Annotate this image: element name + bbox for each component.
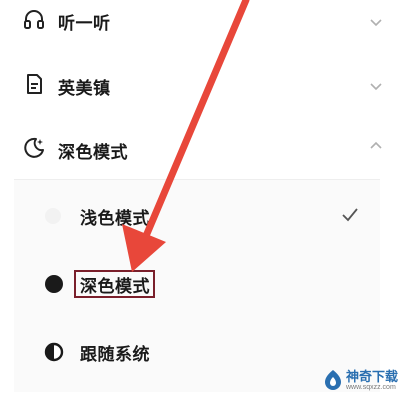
annotation-highlight-box bbox=[74, 270, 155, 298]
menu-item-label: 听一听 bbox=[58, 14, 111, 34]
menu-item-town[interactable]: 英美镇 bbox=[0, 62, 406, 106]
light-dot-icon bbox=[45, 208, 61, 224]
menu-item-dark-mode[interactable]: 深色模式 bbox=[0, 126, 406, 170]
watermark-title: 神奇下载 bbox=[346, 369, 399, 384]
headphones-icon bbox=[24, 10, 44, 29]
theme-option-label: 跟随系统 bbox=[80, 345, 150, 365]
checkmark-icon bbox=[342, 208, 358, 222]
chevron-down-icon[interactable] bbox=[368, 80, 384, 92]
half-circle-icon bbox=[44, 342, 64, 362]
watermark: 神奇下载 www.sqxzz.com bbox=[322, 364, 406, 398]
chevron-down-icon[interactable] bbox=[368, 16, 384, 28]
theme-option-light[interactable]: 浅色模式 bbox=[14, 196, 380, 236]
dark-dot-icon bbox=[45, 275, 63, 293]
theme-option-label: 浅色模式 bbox=[80, 209, 150, 229]
menu-item-label: 深色模式 bbox=[58, 143, 128, 163]
menu-item-label: 英美镇 bbox=[58, 79, 111, 99]
watermark-logo-icon bbox=[325, 370, 341, 390]
menu-item-listen[interactable]: 听一听 bbox=[0, 0, 406, 40]
watermark-url: www.sqxzz.com bbox=[346, 384, 396, 391]
theme-option-dark[interactable]: 深色模式 bbox=[14, 264, 380, 304]
chevron-up-icon[interactable] bbox=[368, 140, 384, 152]
moon-sparkle-icon bbox=[24, 137, 44, 158]
document-icon bbox=[27, 74, 42, 94]
